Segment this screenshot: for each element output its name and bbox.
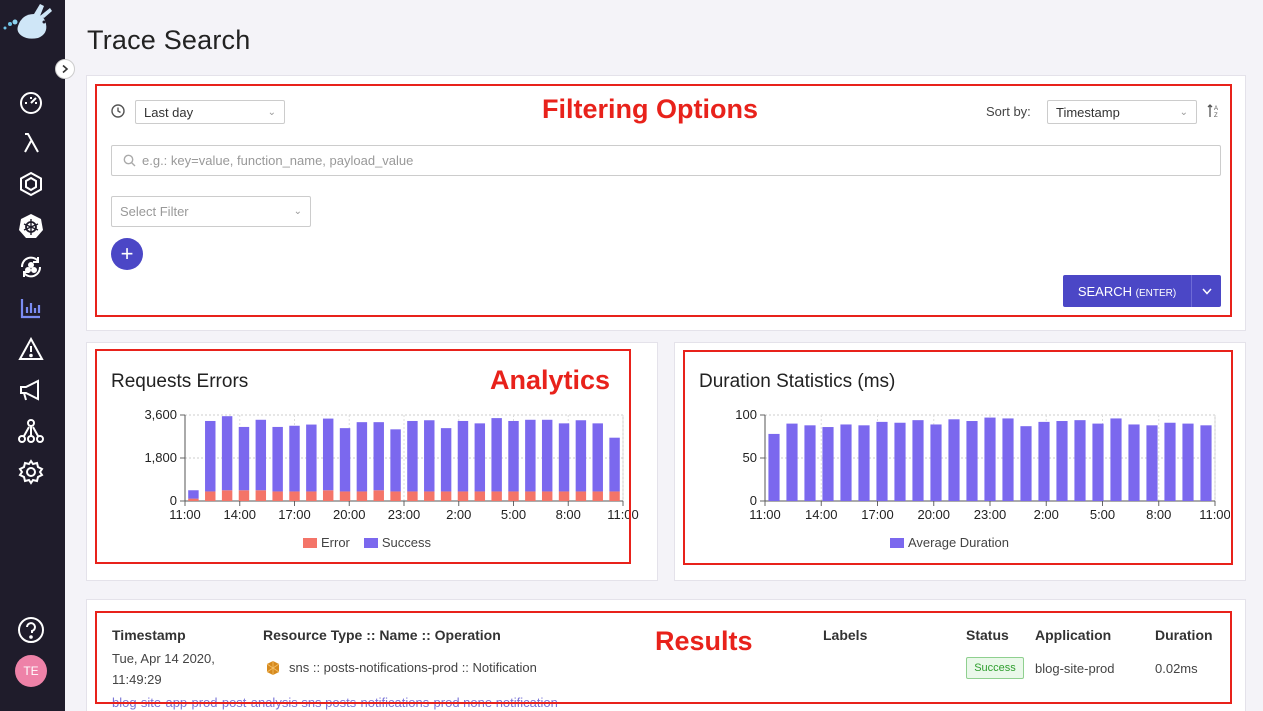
results-annotation-box — [95, 611, 1232, 704]
megaphone-icon[interactable] — [17, 376, 45, 404]
kubernetes-icon[interactable] — [17, 212, 45, 240]
lambda-icon[interactable] — [17, 129, 45, 157]
sidebar-toggle-button[interactable] — [55, 59, 75, 79]
analytics-annotation-label: Analytics — [490, 365, 611, 395]
sidebar: TE — [0, 0, 65, 711]
avatar[interactable]: TE — [15, 655, 47, 687]
alert-icon[interactable] — [17, 335, 45, 363]
help-icon[interactable] — [17, 616, 45, 644]
cycle-icon[interactable] — [17, 253, 45, 281]
analytics-icon[interactable] — [17, 294, 45, 322]
results-annotation-label: Results — [655, 626, 753, 656]
logo[interactable] — [0, 0, 65, 50]
network-icon[interactable] — [17, 417, 45, 445]
dashboard-icon[interactable] — [17, 88, 45, 116]
hexagon-icon[interactable] — [17, 170, 45, 198]
filtering-annotation-label: Filtering Options — [542, 94, 758, 124]
chevron-right-icon — [62, 64, 69, 74]
page-title: Trace Search — [87, 25, 251, 55]
settings-icon[interactable] — [17, 458, 45, 486]
analytics-annotation-box-right — [683, 350, 1233, 565]
